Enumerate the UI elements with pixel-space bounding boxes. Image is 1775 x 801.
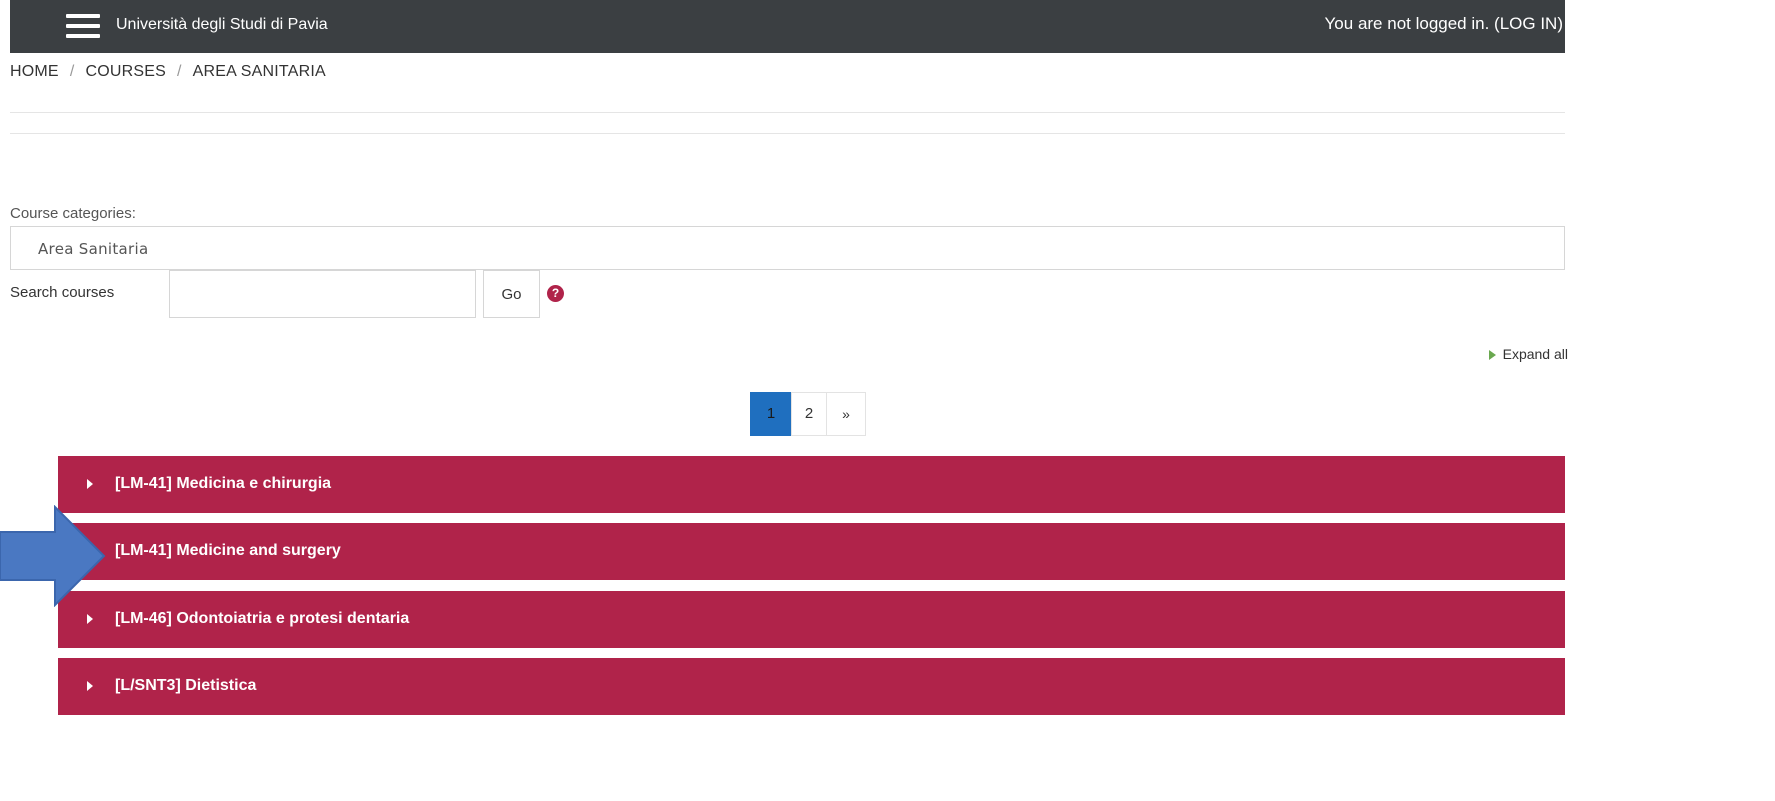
course-category-name: [LM-41] Medicina e chirurgia (115, 475, 332, 492)
go-button[interactable]: Go (483, 270, 540, 318)
caret-right-icon (87, 614, 93, 624)
page-1-button[interactable]: 1 (750, 392, 792, 436)
divider (10, 133, 1565, 134)
course-categories-label: Course categories: (10, 205, 136, 222)
top-navbar: Università degli Studi di Pavia You are … (10, 0, 1565, 53)
next-page-button[interactable]: » (826, 392, 866, 436)
login-link[interactable]: LOG IN (1500, 14, 1558, 33)
breadcrumb-courses[interactable]: COURSES (85, 63, 166, 80)
login-status: You are not logged in. (LOG IN) (1325, 14, 1563, 34)
course-category-row[interactable]: [LM-41] Medicina e chirurgia (58, 456, 1565, 513)
course-category-name: [LM-41] Medicine and surgery (115, 542, 341, 559)
page: Università degli Studi di Pavia You are … (0, 0, 1775, 801)
caret-right-icon (87, 681, 93, 691)
search-courses-input[interactable] (169, 270, 476, 318)
course-category-name: [L/SNT3] Dietistica (115, 677, 257, 694)
question-circle-icon[interactable]: ? (547, 285, 564, 302)
breadcrumb-separator: / (69, 63, 75, 80)
course-categories-selected: Area Sanitaria (38, 240, 149, 258)
course-category-row[interactable]: [LM-46] Odontoiatria e protesi dentaria (58, 591, 1565, 648)
search-courses-label: Search courses (10, 284, 115, 301)
site-name[interactable]: Università degli Studi di Pavia (116, 16, 328, 34)
breadcrumb: HOME / COURSES / AREA SANITARIA (10, 63, 326, 81)
login-status-text: You are not logged in. ( (1324, 14, 1500, 33)
expand-all-label: Expand all (1502, 346, 1568, 362)
pagination: 1 2 » (750, 392, 866, 436)
course-categories-select[interactable]: Area Sanitaria (10, 226, 1565, 270)
page-2-button[interactable]: 2 (791, 392, 827, 436)
caret-right-icon (87, 479, 93, 489)
divider (10, 112, 1565, 113)
course-category-name: [LM-46] Odontoiatria e protesi dentaria (115, 610, 410, 627)
triangle-right-icon (1488, 350, 1496, 360)
breadcrumb-home[interactable]: HOME (10, 63, 59, 80)
login-status-close: ) (1557, 14, 1563, 33)
breadcrumb-separator: / (177, 63, 182, 80)
expand-all-link[interactable]: Expand all (1488, 346, 1568, 362)
arrow-right-annotation (0, 505, 106, 607)
course-category-row[interactable]: [LM-41] Medicine and surgery (58, 523, 1565, 580)
breadcrumb-area-sanitaria[interactable]: AREA SANITARIA (193, 63, 326, 80)
course-category-row[interactable]: [L/SNT3] Dietistica (58, 658, 1565, 715)
hamburger-icon[interactable] (66, 14, 100, 38)
